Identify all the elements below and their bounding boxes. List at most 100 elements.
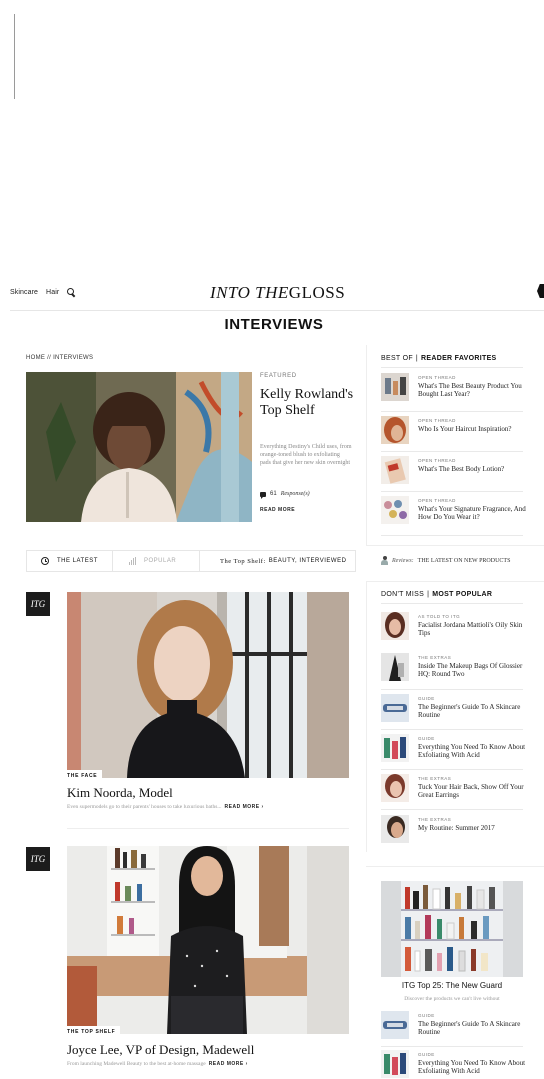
item-kicker: GUIDE	[418, 736, 435, 741]
left-edge-line	[14, 14, 15, 99]
divider	[366, 581, 544, 582]
tab-top-shelf[interactable]: The Top Shelf: BEAUTY, INTERVIEWED	[220, 551, 346, 571]
divider	[381, 769, 523, 770]
article-image[interactable]	[67, 592, 349, 778]
category-tag[interactable]: THE TOP SHELF	[67, 1026, 121, 1037]
featured-label: FEATURED	[260, 373, 297, 379]
nav-hair-link[interactable]: Hair	[46, 289, 59, 296]
thumbnail-image	[381, 815, 409, 843]
featured-image[interactable]	[26, 372, 252, 522]
list-item[interactable]: THE EXTRAS My Routine: Summer 2017	[381, 815, 526, 851]
itg-badge: ITG	[26, 592, 50, 616]
responses-count[interactable]: 61 Response(s)	[260, 491, 310, 499]
divider	[381, 809, 523, 810]
item-title[interactable]: What's Your Signature Fragrance, And How…	[418, 505, 528, 521]
best-of-heading: BEST OF | READER FAVORITES	[381, 355, 497, 362]
item-kicker: AS TOLD TO ITG	[418, 614, 461, 619]
list-item[interactable]: GUIDE The Beginner's Guide To A Skincare…	[381, 694, 526, 730]
divider	[381, 535, 523, 536]
tab-popular[interactable]: POPULAR	[129, 551, 176, 571]
breadcrumb[interactable]: HOME // INTERVIEWS	[26, 355, 93, 361]
reviews-text: THE LATEST ON NEW PRODUCTS	[417, 557, 511, 564]
list-item[interactable]: GUIDE The Beginner's Guide To A Skincare…	[381, 1011, 526, 1047]
search-icon[interactable]	[67, 288, 76, 297]
responses-number: 61	[270, 491, 277, 497]
item-title[interactable]: What's The Best Beauty Product You Bough…	[418, 382, 528, 398]
item-kicker: OPEN THREAD	[418, 418, 456, 423]
divider	[366, 545, 544, 546]
thumbnail-image	[381, 653, 409, 681]
divider	[381, 689, 523, 690]
comment-icon	[260, 491, 266, 499]
read-more-link[interactable]: READ MORE ›	[225, 804, 264, 810]
list-item[interactable]: GUIDE Everything You Need To Know About …	[381, 1050, 526, 1079]
article-title[interactable]: Kim Noorda, Model	[67, 785, 173, 801]
thumbnail-image	[381, 456, 409, 484]
thumbnail-image	[381, 734, 409, 762]
divider	[381, 1046, 523, 1047]
item-title[interactable]: The Beginner's Guide To A Skincare Routi…	[418, 703, 528, 719]
thumbnail-image	[381, 774, 409, 802]
item-title[interactable]: Who Is Your Haircut Inspiration?	[418, 425, 528, 433]
divider	[381, 491, 523, 492]
tab-the-latest[interactable]: THE LATEST	[41, 551, 98, 571]
logo-italic-part: INTO THE	[210, 283, 289, 302]
nav-skincare-link[interactable]: Skincare	[10, 289, 38, 296]
featured-read-more-link[interactable]: READ MORE	[260, 507, 295, 513]
promo-title[interactable]: ITG Top 25: The New Guard	[381, 981, 523, 990]
thumbnail-image	[381, 496, 409, 524]
divider	[381, 603, 523, 604]
reader-favorites-label: READER FAVORITES	[421, 355, 497, 362]
promo-description: Discover the products we can't live with…	[404, 996, 500, 1002]
article-description: Even supermodels go to their parents' ho…	[67, 804, 264, 810]
item-kicker: THE EXTRAS	[418, 776, 452, 781]
item-title[interactable]: Facialist Jordana Mattioli's Oily Skin T…	[418, 621, 528, 637]
itg-badge: ITG	[26, 847, 50, 871]
tab-divider	[112, 551, 113, 571]
menu-toggle-icon[interactable]	[537, 284, 544, 298]
list-item[interactable]: OPEN THREAD What's The Best Body Lotion?	[381, 456, 526, 492]
list-item[interactable]: OPEN THREAD What's Your Signature Fragra…	[381, 496, 526, 532]
column-divider	[366, 345, 367, 545]
item-title[interactable]: Tuck Your Hair Back, Show Off Your Great…	[418, 783, 528, 799]
list-item[interactable]: THE EXTRAS Inside The Makeup Bags Of Glo…	[381, 653, 526, 689]
item-kicker: GUIDE	[418, 696, 435, 701]
list-item[interactable]: GUIDE Everything You Need To Know About …	[381, 734, 526, 770]
tab-popular-label: POPULAR	[144, 558, 177, 564]
thumbnail-image	[381, 1011, 409, 1039]
tab-top-shelf-prefix: The Top Shelf:	[220, 557, 266, 565]
item-title[interactable]: Everything You Need To Know About Exfoli…	[418, 743, 528, 759]
list-item[interactable]: THE EXTRAS Tuck Your Hair Back, Show Off…	[381, 774, 526, 810]
item-title[interactable]: My Routine: Summer 2017	[418, 824, 528, 832]
list-item[interactable]: OPEN THREAD Who Is Your Haircut Inspirat…	[381, 416, 526, 452]
bar-chart-icon	[129, 557, 136, 565]
featured-description: Everything Destiny's Child uses, from or…	[260, 444, 352, 466]
divider	[381, 451, 523, 452]
page-title: INTERVIEWS	[224, 316, 324, 333]
thumbnail-image	[381, 373, 409, 401]
item-kicker: GUIDE	[418, 1052, 435, 1057]
logo-roman-part: GLOSS	[288, 283, 346, 302]
promo-image[interactable]	[381, 881, 523, 977]
featured-title[interactable]: Kelly Rowland's Top Shelf	[260, 387, 360, 419]
dont-miss-heading: DON'T MISS | MOST POPULAR	[381, 591, 493, 598]
thumbnail-image	[381, 416, 409, 444]
item-title[interactable]: The Beginner's Guide To A Skincare Routi…	[418, 1020, 528, 1036]
tab-top-shelf-suffix: BEAUTY, INTERVIEWED	[268, 558, 347, 564]
item-kicker: OPEN THREAD	[418, 375, 456, 380]
divider	[366, 866, 544, 867]
item-title[interactable]: Everything You Need To Know About Exfoli…	[418, 1059, 528, 1075]
tab-divider	[199, 551, 200, 571]
item-title[interactable]: What's The Best Body Lotion?	[418, 465, 528, 473]
read-more-link[interactable]: READ MORE ›	[209, 1061, 248, 1067]
category-tag[interactable]: THE FACE	[67, 770, 103, 781]
article-image[interactable]	[67, 846, 349, 1034]
list-item[interactable]: AS TOLD TO ITG Facialist Jordana Mattiol…	[381, 612, 526, 648]
site-logo[interactable]: INTO THEGLOSS	[210, 283, 345, 303]
article-description: From launching Madewell Beauty to the be…	[67, 1061, 248, 1067]
top-nav: Skincare Hair	[10, 288, 76, 297]
item-title[interactable]: Inside The Makeup Bags Of Glossier HQ: R…	[418, 662, 528, 678]
article-title[interactable]: Joyce Lee, VP of Design, Madewell	[67, 1042, 254, 1058]
list-item[interactable]: OPEN THREAD What's The Best Beauty Produ…	[381, 373, 526, 409]
reviews-link[interactable]: Reviews: THE LATEST ON NEW PRODUCTS	[381, 556, 510, 565]
